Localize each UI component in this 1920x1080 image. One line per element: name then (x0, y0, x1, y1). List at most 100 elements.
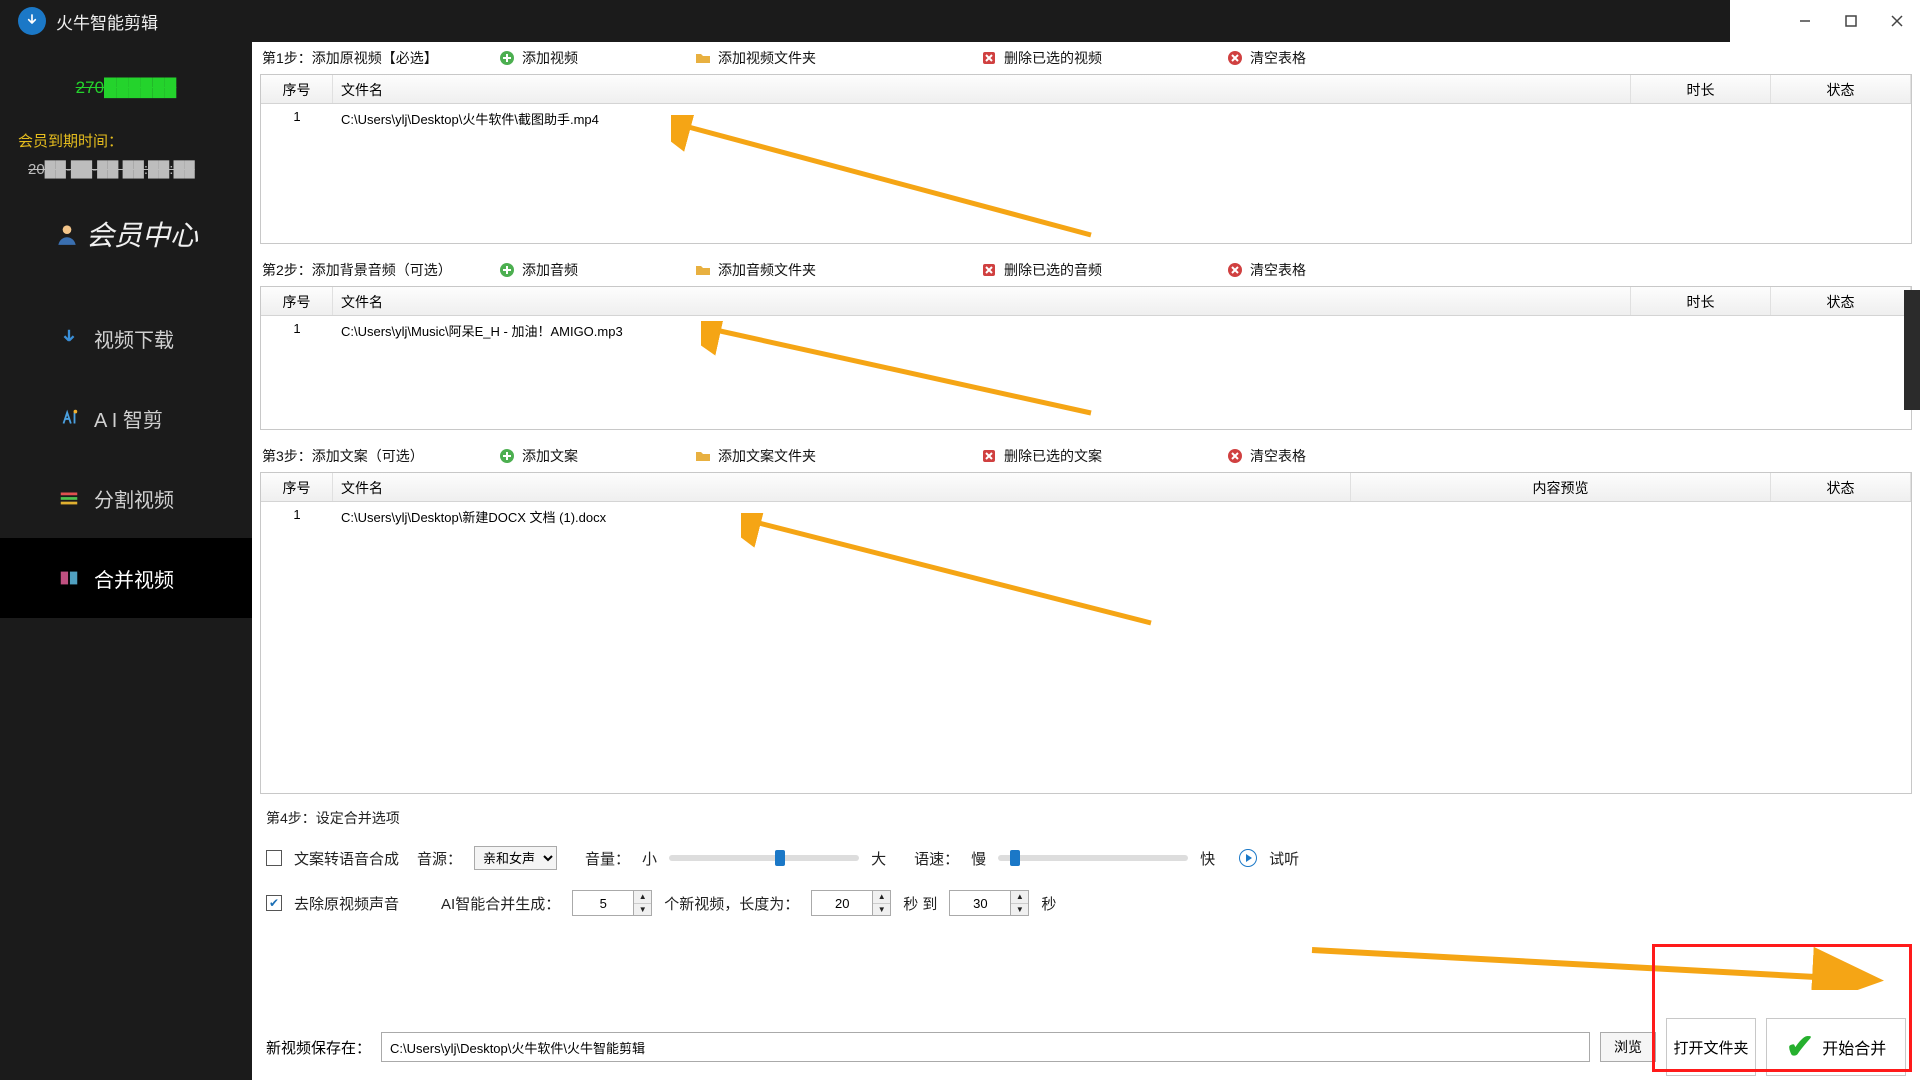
nav-item-ai-clip[interactable]: A I 智剪 (0, 378, 252, 458)
step2-delete-button[interactable]: 删除已选的音频 (980, 260, 1180, 280)
step2-table: 序号 文件名 时长 状态 1 C:\Users\ylj\Music\阿呆E_H … (260, 286, 1912, 430)
table-row[interactable]: 1 C:\Users\ylj\Desktop\新建DOCX 文档 (1).doc… (261, 502, 1911, 528)
close-button[interactable] (1874, 0, 1920, 42)
main-panel: 第1步：添加原视频【必选】 添加视频 添加视频文件夹 删除已选的视频 清空表格 … (252, 42, 1920, 1080)
user-id: 270██████ (0, 78, 252, 98)
save-path-input[interactable]: C:\Users\ylj\Desktop\火牛软件\火牛智能剪辑 (381, 1032, 1590, 1062)
tts-label: 文案转语音合成 (294, 848, 399, 869)
member-avatar-icon (54, 221, 80, 247)
checkmark-icon: ✔ (1786, 1027, 1815, 1067)
nav-label: A I 智剪 (94, 404, 163, 433)
volume-slider[interactable] (669, 855, 859, 861)
step3-toolbar: 第3步：添加文案（可选） 添加文案 添加文案文件夹 删除已选的文案 清空表格 (252, 440, 1920, 472)
step2-title: 第2步：添加背景音频（可选） (262, 260, 452, 280)
delete-icon (980, 447, 998, 465)
table-row[interactable]: 1 C:\Users\ylj\Desktop\火牛软件\截图助手.mp4 (261, 104, 1911, 130)
col-duration: 时长 (1631, 75, 1771, 103)
step1-table: 序号 文件名 时长 状态 1 C:\Users\ylj\Desktop\火牛软件… (260, 74, 1912, 244)
nav-item-video-download[interactable]: 视频下载 (0, 298, 252, 378)
clear-icon (1226, 447, 1244, 465)
nav: 视频下载 A I 智剪 分割视频 合并视频 (0, 298, 252, 618)
browse-button[interactable]: 浏览 (1600, 1032, 1656, 1062)
col-duration: 时长 (1631, 287, 1771, 315)
col-filename: 文件名 (333, 287, 1631, 315)
step1-toolbar: 第1步：添加原视频【必选】 添加视频 添加视频文件夹 删除已选的视频 清空表格 (252, 42, 1920, 74)
expire-date: 20██-██-██ ██:██:██ (28, 161, 252, 178)
nav-label: 视频下载 (94, 324, 174, 353)
step1-clear-button[interactable]: 清空表格 (1226, 48, 1336, 68)
save-path-label: 新视频保存在： (266, 1037, 371, 1058)
open-folder-button[interactable]: 打开文件夹 (1666, 1018, 1756, 1076)
merge-icon (58, 567, 80, 589)
delete-icon (980, 49, 998, 67)
speed-slider[interactable] (998, 855, 1188, 861)
nav-item-merge-video[interactable]: 合并视频 (0, 538, 252, 618)
app-title: 火牛智能剪辑 (56, 9, 158, 34)
titlebar: 火牛智能剪辑 (0, 0, 1920, 42)
tts-checkbox[interactable] (266, 850, 282, 866)
start-merge-button[interactable]: ✔ 开始合并 (1766, 1018, 1906, 1076)
step3-clear-button[interactable]: 清空表格 (1226, 446, 1336, 466)
col-filename: 文件名 (333, 473, 1351, 501)
download-icon (58, 327, 80, 349)
step2-add-folder-button[interactable]: 添加音频文件夹 (694, 260, 844, 280)
step4-panel: 第4步：设定合并选项 文案转语音合成 音源： 亲和女声 音量： 小 大 语速： … (252, 804, 1920, 916)
folder-icon (694, 49, 712, 67)
step3-add-folder-button[interactable]: 添加文案文件夹 (694, 446, 844, 466)
app-logo (18, 7, 46, 35)
col-status: 状态 (1771, 473, 1911, 501)
sidebar: 270██████ 会员到期时间： 20██-██-██ ██:██:██ 会员… (0, 42, 252, 1080)
step1-add-button[interactable]: 添加视频 (498, 48, 648, 68)
speed-label: 语速： (914, 848, 959, 869)
side-stub (1904, 290, 1920, 410)
remove-audio-checkbox[interactable]: ✔ (266, 895, 282, 911)
step2-clear-button[interactable]: 清空表格 (1226, 260, 1336, 280)
col-preview: 内容预览 (1351, 473, 1771, 501)
length-from-spinner[interactable]: ▲▼ (811, 890, 891, 916)
step1-delete-button[interactable]: 删除已选的视频 (980, 48, 1180, 68)
plus-icon (498, 49, 516, 67)
minimize-button[interactable] (1782, 0, 1828, 42)
nav-label: 分割视频 (94, 484, 174, 513)
nav-item-split-video[interactable]: 分割视频 (0, 458, 252, 538)
step2-add-button[interactable]: 添加音频 (498, 260, 648, 280)
step1-title: 第1步：添加原视频【必选】 (262, 48, 452, 68)
window-controls (1782, 0, 1920, 42)
folder-icon (694, 447, 712, 465)
delete-icon (980, 261, 998, 279)
plus-icon (498, 261, 516, 279)
step3-table: 序号 文件名 内容预览 状态 1 C:\Users\ylj\Desktop\新建… (260, 472, 1912, 794)
expire-label: 会员到期时间： (18, 130, 252, 151)
col-filename: 文件名 (333, 75, 1631, 103)
step4-title: 第4步：设定合并选项 (266, 808, 1906, 828)
ai-gen-label: AI智能合并生成： (441, 893, 560, 914)
col-index: 序号 (261, 473, 333, 501)
col-index: 序号 (261, 75, 333, 103)
source-label: 音源： (417, 848, 462, 869)
folder-icon (694, 261, 712, 279)
step2-toolbar: 第2步：添加背景音频（可选） 添加音频 添加音频文件夹 删除已选的音频 清空表格 (252, 254, 1920, 286)
remove-audio-label: 去除原视频声音 (294, 893, 399, 914)
col-index: 序号 (261, 287, 333, 315)
ai-count-spinner[interactable]: ▲▼ (572, 890, 652, 916)
preview-play-icon[interactable] (1239, 849, 1257, 867)
ai-icon (58, 407, 80, 429)
step3-delete-button[interactable]: 删除已选的文案 (980, 446, 1180, 466)
col-status: 状态 (1771, 75, 1911, 103)
bottom-bar: 新视频保存在： C:\Users\ylj\Desktop\火牛软件\火牛智能剪辑… (252, 1014, 1920, 1080)
clear-icon (1226, 49, 1244, 67)
split-icon (58, 487, 80, 509)
step1-add-folder-button[interactable]: 添加视频文件夹 (694, 48, 844, 68)
preview-label[interactable]: 试听 (1269, 848, 1299, 869)
volume-label: 音量： (585, 848, 630, 869)
clear-icon (1226, 261, 1244, 279)
step3-add-button[interactable]: 添加文案 (498, 446, 648, 466)
col-status: 状态 (1771, 287, 1911, 315)
nav-label: 合并视频 (94, 564, 174, 593)
table-row[interactable]: 1 C:\Users\ylj\Music\阿呆E_H - 加油！AMIGO.mp… (261, 316, 1911, 342)
step3-title: 第3步：添加文案（可选） (262, 446, 452, 466)
maximize-button[interactable] (1828, 0, 1874, 42)
voice-source-select[interactable]: 亲和女声 (474, 846, 557, 870)
length-to-spinner[interactable]: ▲▼ (949, 890, 1029, 916)
member-center-button[interactable]: 会员中心 (0, 214, 252, 254)
